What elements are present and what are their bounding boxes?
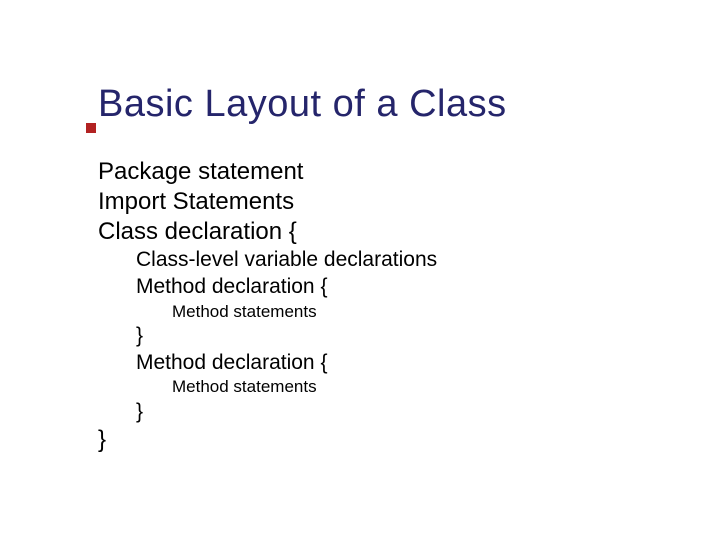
line-method-close-2: } — [136, 399, 720, 426]
line-method-close-1: } — [136, 323, 720, 350]
line-package-statement: Package statement — [98, 157, 720, 187]
line-class-close: } — [98, 425, 720, 455]
line-class-level-vars: Class-level variable declarations — [136, 247, 720, 274]
title-block: Basic Layout of a Class — [98, 85, 720, 125]
slide: Basic Layout of a Class Package statemen… — [0, 0, 720, 540]
line-method-statements-2: Method statements — [172, 376, 720, 398]
line-method-declaration-open-2: Method declaration { — [136, 350, 720, 377]
line-import-statements: Import Statements — [98, 187, 720, 217]
slide-body: Package statement Import Statements Clas… — [98, 157, 720, 456]
line-class-declaration-open: Class declaration { — [98, 217, 720, 247]
title-accent-square — [86, 123, 96, 133]
line-method-declaration-open-1: Method declaration { — [136, 274, 720, 301]
line-method-statements-1: Method statements — [172, 301, 720, 323]
slide-title: Basic Layout of a Class — [98, 85, 720, 125]
